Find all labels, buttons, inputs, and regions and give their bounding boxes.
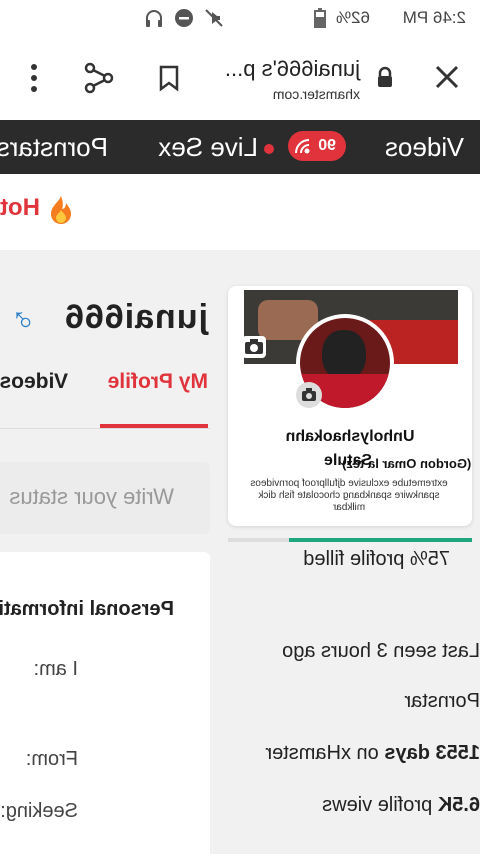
do-not-disturb-icon: [174, 8, 194, 28]
profile-card: Unholyshaokahn Satule (Gordon Omar la te…: [228, 286, 472, 526]
page-url[interactable]: xhamster.com: [273, 86, 360, 102]
more-vert-icon[interactable]: [28, 62, 40, 99]
male-icon: ♂: [10, 300, 37, 338]
tab-my-profile[interactable]: My Profile: [108, 370, 208, 394]
personal-info-title: Personal information: [0, 598, 174, 620]
battery-percent: 62%: [335, 8, 370, 27]
views-suffix: profile views: [322, 794, 438, 816]
lock-icon: [376, 66, 394, 93]
browser-toolbar: junai666's p... xhamster.com: [0, 36, 480, 120]
battery-icon: [306, 8, 326, 28]
profile-views: 6.5K profile views: [322, 794, 480, 817]
profile-progress-label: 75% profile filled: [303, 548, 450, 570]
headphones-icon: [144, 8, 164, 28]
days-suffix: on xHamster: [265, 742, 385, 764]
card-description: extremetube exclusive djfullproof pornvi…: [250, 478, 448, 513]
info-label-i-am: I am:: [33, 658, 78, 680]
nav-item-videos[interactable]: Videos: [385, 132, 464, 163]
personal-info-card: Personal information I am: From: Seeking…: [0, 552, 210, 854]
category-row: Hot: [0, 174, 480, 250]
live-count-badge[interactable]: 90: [288, 131, 346, 161]
views-value: 6.5K: [437, 794, 480, 816]
share-icon[interactable]: [84, 62, 114, 99]
status-input[interactable]: Write your status: [0, 462, 210, 534]
card-subtitle: (Gordon Omar la tez): [342, 456, 472, 471]
profile-progress-fill: [289, 538, 472, 542]
active-tab-indicator: [100, 424, 208, 428]
card-name[interactable]: Unholyshaokahn: [228, 428, 472, 446]
status-time: 2:46 PM: [402, 8, 466, 27]
page-title: junai666: [63, 298, 208, 336]
info-label-seeking: Seeking:: [0, 800, 78, 822]
live-dot: [264, 144, 274, 154]
info-label-from: From:: [25, 748, 78, 770]
profile-content: Unholyshaokahn Satule (Gordon Omar la te…: [0, 250, 480, 854]
avatar-camera-icon[interactable]: [296, 382, 322, 408]
nav-item-pornstars[interactable]: Pornstars: [0, 132, 108, 163]
hot-link[interactable]: Hot: [0, 194, 40, 222]
status-bar: 2:46 PM 62%: [0, 0, 480, 36]
live-count: 90: [318, 137, 336, 154]
close-icon[interactable]: [434, 64, 460, 95]
tab-divider: [0, 428, 210, 429]
bookmark-icon[interactable]: [158, 64, 180, 97]
profile-role: Pornstar: [404, 690, 480, 712]
live-icon: [294, 138, 310, 159]
days-on-site: 1553 days on xHamster: [265, 742, 480, 765]
status-placeholder: Write your status: [9, 484, 174, 509]
mute-icon: [204, 8, 224, 28]
nav-item-live-sex[interactable]: Live Sex: [158, 132, 258, 163]
site-nav: Videos 90 Live Sex Pornstars: [0, 120, 480, 174]
days-value: 1553 days: [384, 742, 480, 764]
page-tab-title[interactable]: junai666's p...: [225, 56, 360, 82]
cover-camera-icon[interactable]: [242, 336, 266, 358]
tab-videos[interactable]: Videos: [0, 370, 68, 394]
fire-icon: [48, 194, 74, 231]
last-seen: Last seen 3 hours ago: [282, 640, 480, 662]
